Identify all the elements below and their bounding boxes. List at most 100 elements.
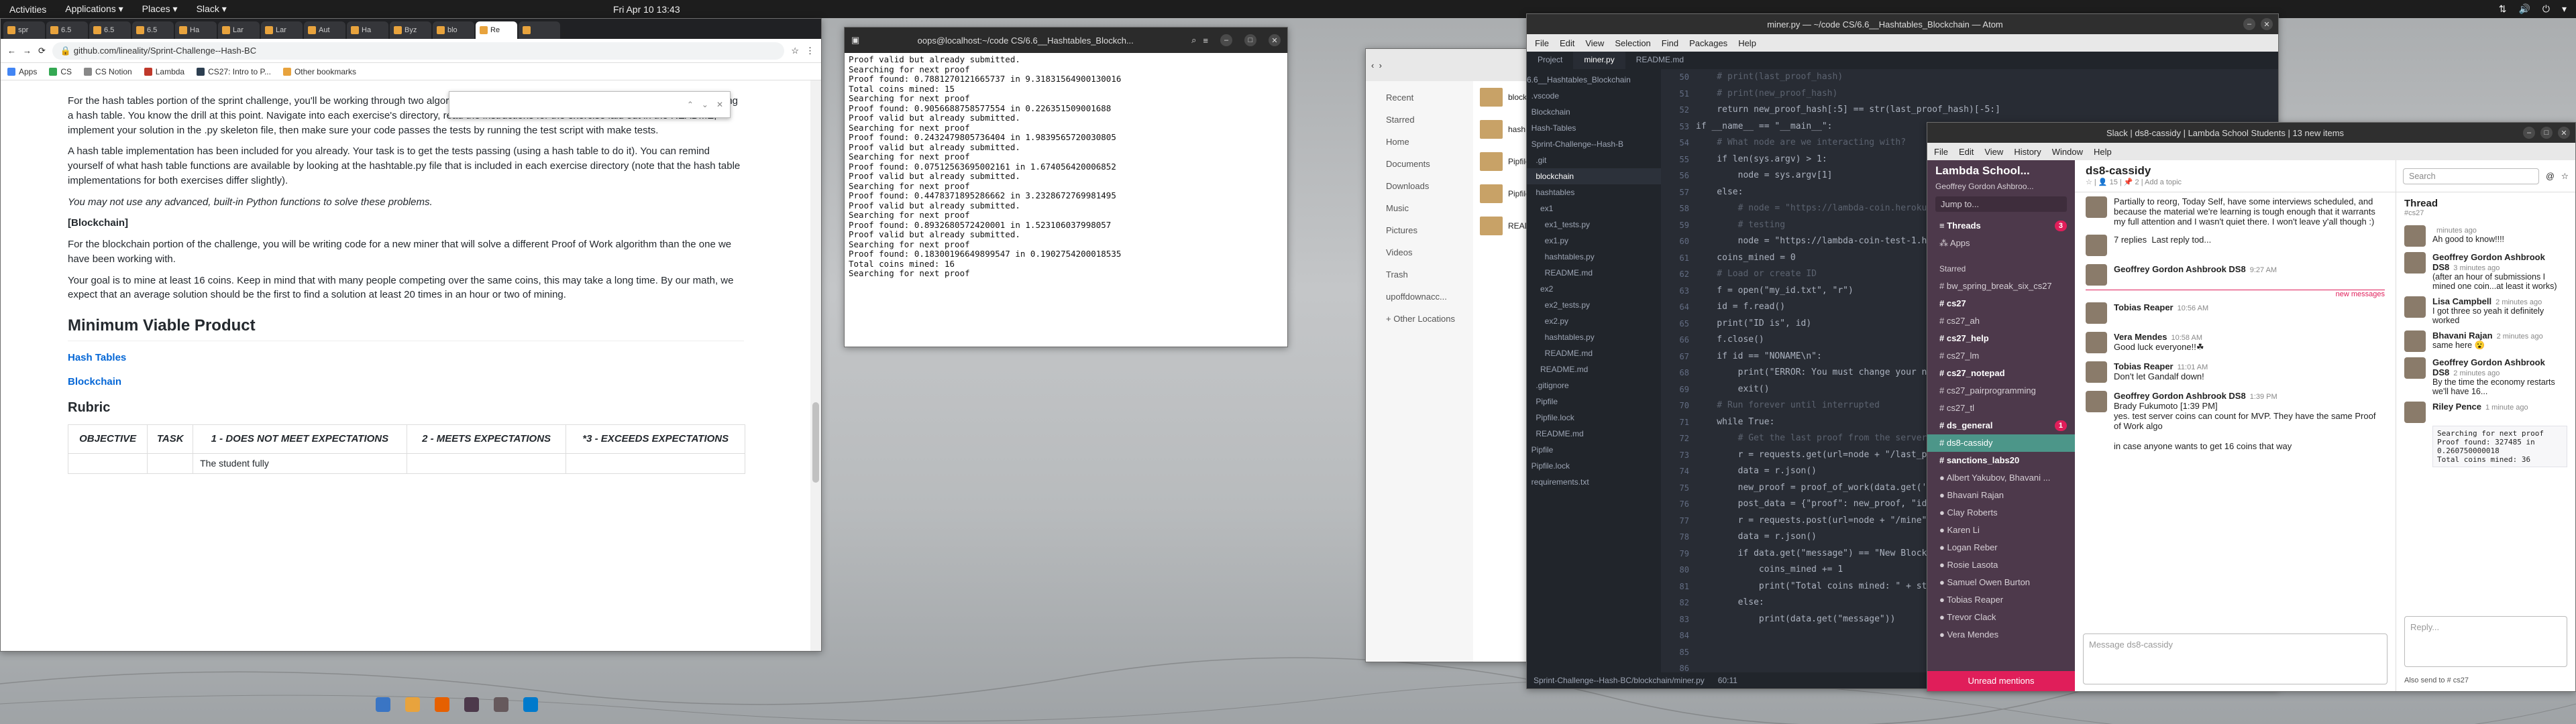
- minimize-button[interactable]: –: [2243, 18, 2255, 30]
- forward-icon[interactable]: ›: [1379, 60, 1382, 70]
- sidebar-item[interactable]: Starred: [1366, 109, 1473, 131]
- avatar[interactable]: [2404, 330, 2426, 352]
- message-author[interactable]: Lisa Campbell: [2432, 296, 2491, 306]
- message[interactable]: Tobias Reaper 11:01 AM Don't let Gandalf d…: [2075, 357, 2396, 387]
- sidebar-item[interactable]: + Other Locations: [1366, 308, 1473, 330]
- thread-message[interactable]: Geoffrey Gordon Ashbrook DS8 3 minutes ag…: [2396, 249, 2575, 294]
- menu-icon[interactable]: ⋮: [806, 46, 814, 56]
- avatar[interactable]: [2404, 225, 2426, 247]
- reply-input[interactable]: Reply...: [2404, 616, 2567, 667]
- jump-to-input[interactable]: Jump to...: [1935, 196, 2067, 212]
- avatar[interactable]: [2404, 252, 2426, 274]
- message[interactable]: Geoffrey Gordon Ashbrook DS8 1:39 PM Brady…: [2075, 387, 2396, 455]
- message-time[interactable]: minutes ago: [2436, 227, 2477, 235]
- applications-menu[interactable]: Applications ▾: [56, 3, 132, 15]
- message-time[interactable]: 9:27 AM: [2250, 266, 2277, 274]
- sidebar-item-channel[interactable]: # cs27_notepad: [1927, 365, 2075, 382]
- sidebar-item-channel[interactable]: # cs27_pairprogramming: [1927, 382, 2075, 400]
- sidebar-item-channel[interactable]: # ds8-cassidy: [1927, 434, 2075, 452]
- tree-item[interactable]: blockchain: [1527, 168, 1661, 184]
- chrome-icon[interactable]: [405, 697, 420, 712]
- search-icon[interactable]: ⌕: [1191, 35, 1196, 46]
- at-icon[interactable]: @: [2546, 172, 2555, 181]
- sidebar-item-channel[interactable]: ● Samuel Owen Burton: [1927, 574, 2075, 591]
- thread-message[interactable]: Riley Pence 1 minute ago: [2396, 399, 2575, 426]
- sidebar-item[interactable]: Music: [1366, 197, 1473, 219]
- menu-item[interactable]: View: [1984, 147, 2003, 157]
- tree-item[interactable]: README.md: [1527, 265, 1661, 281]
- avatar[interactable]: [2404, 402, 2426, 423]
- back-icon[interactable]: ←: [7, 46, 16, 56]
- tree-item[interactable]: ex2: [1527, 281, 1661, 297]
- browser-tab[interactable]: Byz: [390, 21, 431, 39]
- also-send-checkbox[interactable]: Also send to # cs27: [2404, 676, 2469, 684]
- message-author[interactable]: Geoffrey Gordon Ashbrook DS8: [2114, 391, 2246, 401]
- reload-icon[interactable]: ⟳: [38, 46, 46, 56]
- sidebar-item-channel[interactable]: ● Albert Yakubov, Bhavani ...: [1927, 469, 2075, 487]
- tree-item[interactable]: hashtables.py: [1527, 329, 1661, 345]
- editor-tab[interactable]: miner.py: [1573, 52, 1625, 69]
- sidebar-item-channel[interactable]: # bw_spring_break_six_cs27: [1927, 278, 2075, 295]
- find-close-icon[interactable]: ✕: [716, 100, 723, 109]
- thread-channel[interactable]: #cs27: [2404, 209, 2567, 217]
- bookmark-item[interactable]: CS27: Intro to P...: [197, 67, 271, 76]
- avatar[interactable]: [2086, 361, 2107, 383]
- minimize-button[interactable]: –: [1220, 34, 1232, 46]
- sidebar-item-channel[interactable]: # cs27: [1927, 295, 2075, 312]
- message-input[interactable]: Message ds8-cassidy: [2083, 634, 2387, 684]
- close-button[interactable]: ✕: [2261, 18, 2273, 30]
- tree-item[interactable]: requirements.txt: [1527, 474, 1661, 490]
- message-time[interactable]: 1 minute ago: [2485, 404, 2528, 412]
- browser-tab[interactable]: Lar: [261, 21, 303, 39]
- bookmark-item[interactable]: CS Notion: [84, 67, 132, 76]
- sidebar-item[interactable]: upoffdownacc...: [1366, 286, 1473, 308]
- message-author[interactable]: Vera Mendes: [2114, 332, 2167, 342]
- minimize-button[interactable]: –: [2523, 127, 2535, 139]
- tree-item[interactable]: Sprint-Challenge--Hash-B: [1527, 136, 1661, 152]
- hash-tables-link[interactable]: Hash Tables: [68, 351, 744, 365]
- avatar[interactable]: [2404, 357, 2426, 379]
- tree-item[interactable]: .git: [1527, 152, 1661, 168]
- channel-title[interactable]: ds8-cassidy: [2086, 164, 2385, 178]
- terminal-tab-icon[interactable]: ▣: [851, 35, 859, 46]
- tree-item[interactable]: Pipfile: [1527, 394, 1661, 410]
- sidebar-item[interactable]: Downloads: [1366, 175, 1473, 197]
- browser-tab[interactable]: 6.5: [89, 21, 131, 39]
- tree-item[interactable]: hashtables.py: [1527, 249, 1661, 265]
- firefox-icon[interactable]: [435, 697, 449, 712]
- browser-tab[interactable]: [519, 21, 560, 39]
- avatar[interactable]: [2404, 296, 2426, 318]
- message-time[interactable]: 2 minutes ago: [2497, 333, 2543, 341]
- sidebar-item[interactable]: Pictures: [1366, 219, 1473, 241]
- address-input[interactable]: 🔒 github.com/lineality/Sprint-Challenge-…: [52, 42, 785, 60]
- forward-icon[interactable]: →: [23, 46, 32, 56]
- clock[interactable]: Fri Apr 10 13:43: [604, 4, 684, 15]
- scroll-thumb[interactable]: [812, 402, 819, 483]
- tree-item[interactable]: hashtables: [1527, 184, 1661, 200]
- thread-message[interactable]: Geoffrey Gordon Ashbrook DS8 2 minutes ag…: [2396, 355, 2575, 399]
- tree-item[interactable]: Hash-Tables: [1527, 120, 1661, 136]
- sidebar-item-apps[interactable]: ⁂ Apps: [1927, 235, 2075, 252]
- places-menu[interactable]: Places ▾: [133, 3, 187, 15]
- menu-item[interactable]: View: [1585, 38, 1604, 48]
- status-cursor-position[interactable]: 60:11: [1718, 676, 1737, 685]
- maximize-button[interactable]: □: [2540, 127, 2553, 139]
- browser-tab[interactable]: Re: [476, 21, 517, 39]
- message-time[interactable]: 2 minutes ago: [2453, 369, 2500, 377]
- message-author[interactable]: Riley Pence: [2432, 402, 2481, 412]
- tree-item[interactable]: Pipfile: [1527, 442, 1661, 458]
- thread-message[interactable]: Lisa Campbell 2 minutes ago I got three so…: [2396, 294, 2575, 328]
- bookmark-item[interactable]: Other bookmarks: [282, 67, 356, 76]
- sidebar-item-channel[interactable]: ● Vera Mendes: [1927, 626, 2075, 644]
- avatar[interactable]: [2086, 332, 2107, 353]
- sidebar-item-channel[interactable]: ● Tobias Reaper: [1927, 591, 2075, 609]
- menu-item[interactable]: File: [1535, 38, 1549, 48]
- sidebar-item[interactable]: Home: [1366, 131, 1473, 153]
- sidebar-item-channel[interactable]: ● Logan Reber: [1927, 539, 2075, 556]
- find-up-icon[interactable]: ⌃: [687, 100, 694, 109]
- browser-tab[interactable]: Aut: [304, 21, 345, 39]
- system-menu-icon[interactable]: ▾: [2562, 3, 2567, 15]
- vscode-icon[interactable]: [523, 697, 538, 712]
- browser-tab[interactable]: 6.5: [46, 21, 88, 39]
- message[interactable]: Geoffrey Gordon Ashbrook DS8 9:27 AM: [2075, 260, 2396, 290]
